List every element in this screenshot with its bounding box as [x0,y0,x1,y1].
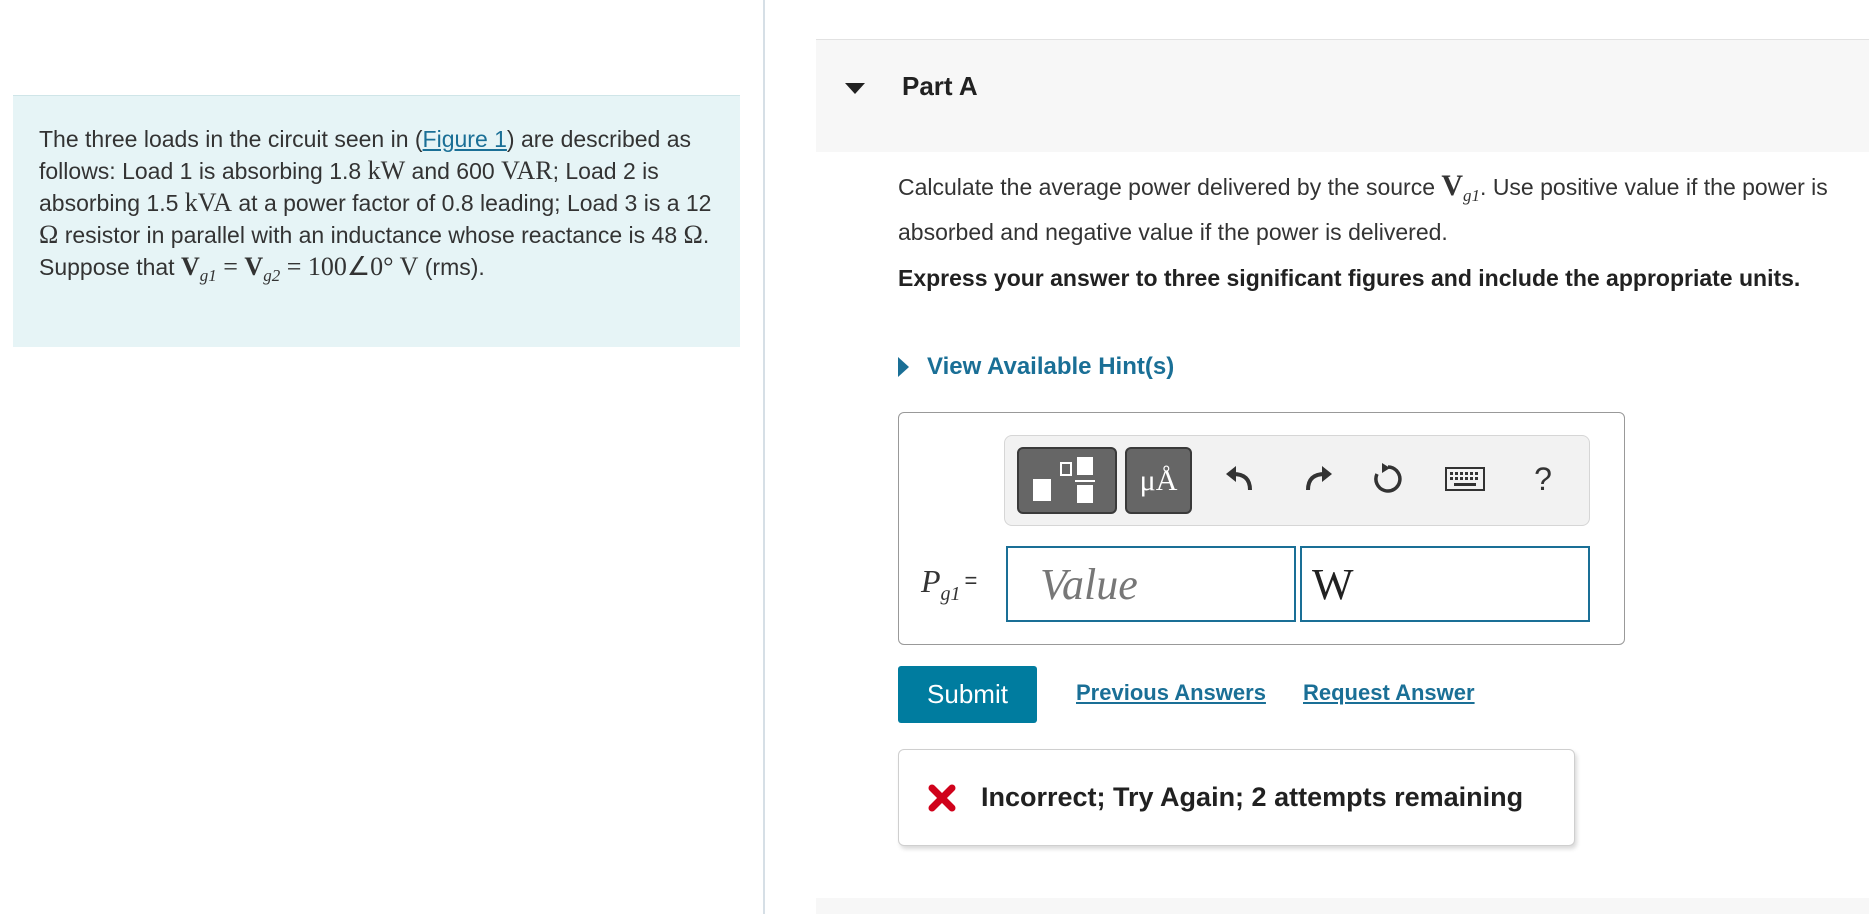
figure-1-link[interactable]: Figure 1 [423,126,507,152]
fraction-template-icon [1033,457,1095,503]
x-mark-icon [928,784,956,811]
hints-label: View Available Hint(s) [927,353,1175,380]
math-toolbar: μÅ ? [1004,435,1590,526]
request-answer-link[interactable]: Request Answer [1303,680,1475,706]
answer-variable-label: Pg1= [921,563,978,605]
feedback-text: Incorrect; Try Again; 2 attempts remaini… [981,782,1524,812]
previous-answers-link[interactable]: Previous Answers [1076,680,1266,706]
problem-statement: The three loads in the circuit seen in (… [13,95,740,347]
answer-instruction: Express your answer to three significant… [898,265,1801,291]
units-input[interactable] [1300,546,1590,622]
value-input[interactable] [1006,546,1296,622]
help-icon[interactable]: ? [1521,457,1565,501]
keyboard-icon[interactable] [1443,457,1487,501]
feedback-message: Incorrect; Try Again; 2 attempts remaini… [898,749,1575,846]
part-title: Part A [902,71,978,101]
collapse-caret-icon[interactable] [845,83,865,94]
undo-icon[interactable] [1218,457,1262,501]
part-a-header[interactable]: Part A [816,39,1869,152]
redo-icon[interactable] [1296,457,1340,501]
answer-box: μÅ ? Pg1= [898,412,1625,645]
submit-button[interactable]: Submit [898,666,1037,723]
problem-text: The three loads in the circuit seen in ( [39,126,423,152]
next-part-header [816,898,1869,914]
units-button[interactable]: μÅ [1125,447,1192,514]
fraction-template-button[interactable] [1017,447,1117,514]
question-text: Calculate the average power delivered by… [898,169,1828,245]
view-hints-toggle[interactable]: View Available Hint(s) [898,353,1174,381]
reset-icon[interactable] [1366,457,1410,501]
expand-caret-icon [898,357,909,377]
panel-divider [763,0,765,914]
